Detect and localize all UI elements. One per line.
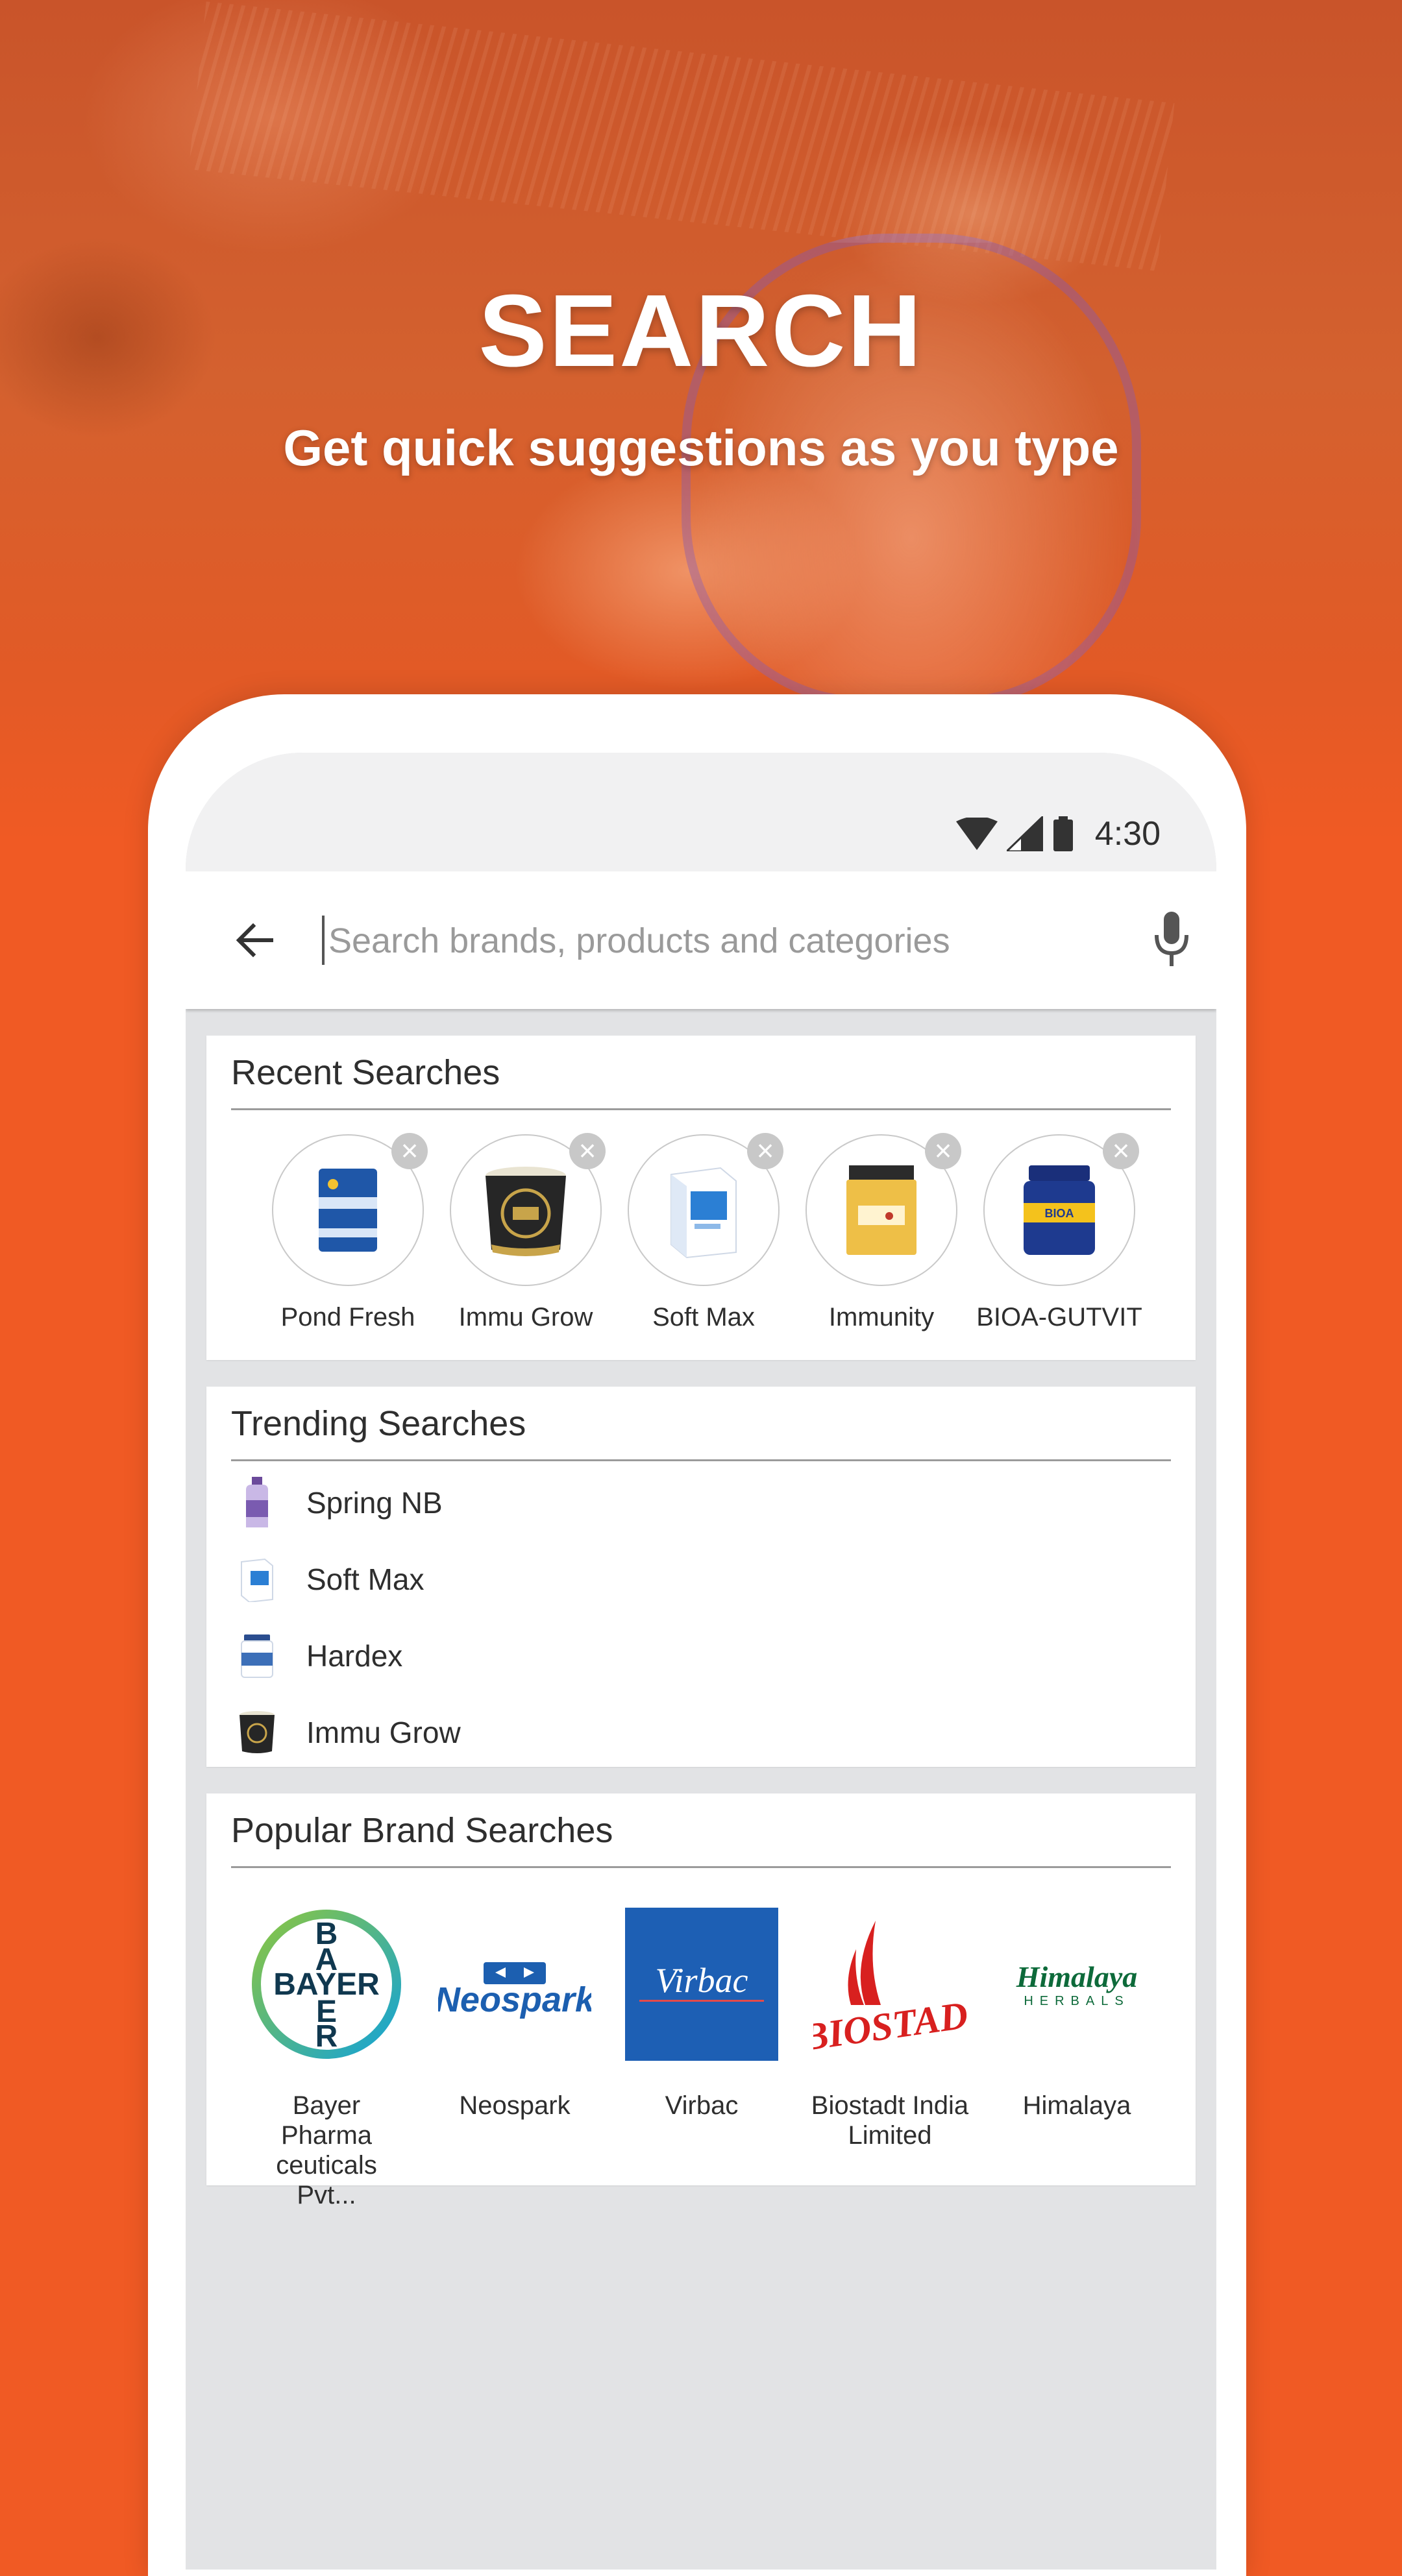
divider: [231, 1459, 1171, 1461]
recent-searches-title: Recent Searches: [231, 1053, 500, 1092]
phone-screen: 4:30 Recent Searches ×: [186, 753, 1216, 2570]
popular-brands-title: Popular Brand Searches: [231, 1811, 613, 1850]
remove-recent-button[interactable]: ×: [569, 1133, 606, 1169]
search-bar: [186, 871, 1216, 1009]
remove-recent-button[interactable]: ×: [747, 1133, 783, 1169]
recent-item[interactable]: × Pond Fresh: [260, 1133, 436, 1332]
brand-item[interactable]: BAYER BA ER Bayer Pharma ceuticals Pvt..…: [232, 1908, 421, 2210]
product-thumb: [231, 1703, 283, 1762]
status-time: 4:30: [1094, 815, 1161, 853]
recent-item[interactable]: × Soft Max: [615, 1133, 792, 1332]
brand-label: Neospark: [459, 2091, 571, 2120]
bayer-logo: BAYER BA ER: [250, 1908, 403, 2061]
remove-recent-button[interactable]: ×: [1103, 1133, 1139, 1169]
svg-text:BIOSTADT: BIOSTADT: [813, 1990, 966, 2060]
product-thumb: [231, 1550, 283, 1609]
brand-label: Bayer Pharma ceuticals Pvt...: [276, 2091, 377, 2209]
recent-item[interactable]: BIOA × BIOA-GUTVIT: [971, 1133, 1148, 1332]
brand-label: Himalaya: [1022, 2091, 1131, 2120]
trending-item-label: Soft Max: [306, 1562, 424, 1596]
battery-icon: [1053, 816, 1073, 851]
recent-item-label: Immunity: [828, 1303, 935, 1331]
product-bucket-icon: [486, 1167, 566, 1256]
popular-brands-card: Popular Brand Searches BAYER BA ER Bayer…: [206, 1793, 1196, 2209]
recent-item-label: Immu Grow: [458, 1303, 593, 1331]
trending-item[interactable]: Soft Max: [231, 1541, 1166, 1618]
trending-item-label: Hardex: [306, 1639, 403, 1673]
product-tub-icon: [241, 1634, 273, 1678]
trending-searches-title: Trending Searches: [231, 1404, 526, 1443]
search-input[interactable]: [327, 910, 1109, 971]
product-tub-icon: BIOA: [1024, 1165, 1095, 1255]
status-icons: 4:30: [955, 811, 1161, 857]
svg-text:Himalaya: Himalaya: [1016, 1960, 1138, 1993]
hero-subtitle: Get quick suggestions as you type: [283, 419, 1119, 476]
trending-item-label: Spring NB: [306, 1486, 443, 1520]
brand-item[interactable]: Virbac Virbac: [608, 1908, 796, 2120]
bayer-cross-logo: BAYER BA ER: [252, 1910, 401, 2059]
status-bar: 4:30: [186, 753, 1216, 871]
product-box-icon: [670, 1167, 737, 1259]
svg-text:Virbac: Virbac: [656, 1961, 748, 2000]
neospark-logo: Neospark: [438, 1908, 591, 2061]
divider: [231, 1866, 1171, 1868]
brand-label: Biostadt India Limited: [811, 2091, 969, 2150]
trending-searches-card: Trending Searches Spring NB Soft Max Har…: [206, 1387, 1196, 1767]
signal-icon: [1006, 816, 1043, 851]
biostadt-wordmark: BIOSTADT: [813, 1921, 966, 2060]
product-jar-icon: [846, 1165, 916, 1255]
product-bottle-icon: [246, 1477, 268, 1527]
recent-thumb: ×: [450, 1133, 606, 1286]
neospark-wordmark: Neospark: [438, 1962, 591, 2019]
recent-item-label: BIOA-GUTVIT: [976, 1303, 1142, 1331]
trending-item[interactable]: Spring NB: [231, 1464, 1166, 1541]
trending-item[interactable]: Hardex: [231, 1618, 1166, 1694]
product-box-icon: [241, 1558, 273, 1602]
mic-icon[interactable]: [1153, 912, 1190, 967]
hero-title: SEARCH: [478, 274, 924, 388]
svg-text:R: R: [315, 2019, 338, 2054]
virbac-logo: Virbac: [625, 1908, 778, 2061]
recent-thumb: BIOA ×: [983, 1133, 1139, 1286]
brand-item[interactable]: BIOSTADT Biostadt India Limited: [796, 1908, 984, 2150]
trending-item-label: Immu Grow: [306, 1716, 461, 1749]
svg-text:HERBALS: HERBALS: [1024, 1994, 1129, 2008]
brand-item[interactable]: Neospark Neospark: [421, 1908, 609, 2120]
svg-text:A: A: [315, 1943, 338, 1977]
virbac-wordmark: Virbac: [639, 1961, 764, 2002]
divider: [231, 1108, 1171, 1110]
recent-item-label: Soft Max: [652, 1303, 755, 1331]
recent-item-label: Pond Fresh: [280, 1303, 415, 1331]
svg-text:Neospark: Neospark: [438, 1980, 591, 2019]
recent-item[interactable]: × Immu Grow: [437, 1133, 614, 1332]
himalaya-wordmark: Himalaya HERBALS: [1016, 1960, 1138, 2008]
himalaya-logo: Himalaya HERBALS: [1000, 1908, 1153, 2061]
recent-thumb: ×: [806, 1133, 961, 1286]
trending-item[interactable]: Immu Grow: [231, 1694, 1166, 1771]
recent-searches-card: Recent Searches × Pond Fresh × Immu Grow…: [206, 1036, 1196, 1360]
svg-text:BIOA: BIOA: [1045, 1207, 1074, 1220]
brand-label: Virbac: [665, 2091, 739, 2120]
text-cursor: [322, 916, 325, 965]
product-packet-icon: [319, 1169, 377, 1252]
brand-item[interactable]: Himalaya HERBALS Himalaya: [983, 1908, 1171, 2120]
recent-thumb: ×: [272, 1133, 428, 1286]
recent-thumb: ×: [628, 1133, 783, 1286]
product-thumb: [231, 1627, 283, 1685]
wifi-icon: [955, 818, 998, 850]
biostadt-logo: BIOSTADT: [813, 1908, 966, 2061]
product-bucket-icon: [240, 1711, 275, 1753]
product-thumb: [231, 1474, 283, 1532]
remove-recent-button[interactable]: ×: [391, 1133, 428, 1169]
remove-recent-button[interactable]: ×: [925, 1133, 961, 1169]
arrow-left-icon[interactable]: [231, 917, 278, 964]
recent-item[interactable]: × Immunity: [793, 1133, 970, 1332]
hero-net-texture: [188, 1, 1175, 271]
